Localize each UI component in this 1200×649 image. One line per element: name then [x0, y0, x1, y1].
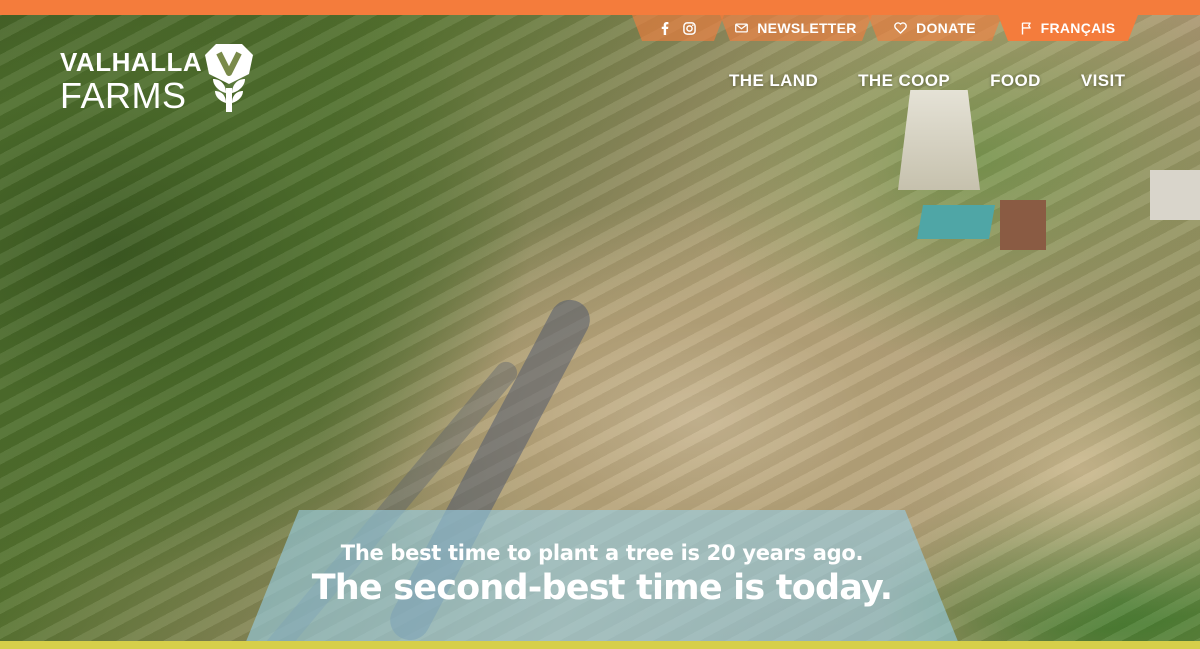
language-switch[interactable]: FRANÇAIS [998, 15, 1138, 41]
hero-quote-line1: The best time to plant a tree is 20 year… [340, 541, 864, 565]
donate-link[interactable]: DONATE [868, 15, 1002, 41]
nav-item-the-coop[interactable]: THE COOP [858, 70, 950, 92]
newsletter-link[interactable]: NEWSLETTER [720, 15, 872, 41]
site-logo[interactable]: VALHALLA FARMS [60, 42, 260, 114]
heart-icon [894, 22, 907, 34]
envelope-icon [735, 23, 748, 33]
hero-house [1150, 170, 1200, 220]
nav-item-food[interactable]: FOOD [990, 70, 1041, 92]
hero-canopy [917, 205, 995, 239]
nav-item-the-land[interactable]: THE LAND [729, 70, 818, 92]
bottom-accent-strip [0, 641, 1200, 649]
logo-wordmark-line1: VALHALLA [60, 47, 203, 77]
instagram-icon[interactable] [683, 22, 696, 35]
donate-label: DONATE [916, 20, 976, 36]
hero-shed [1000, 200, 1046, 250]
main-nav: THE LAND THE COOP FOOD VISIT [729, 70, 1125, 92]
top-accent-bar [0, 0, 1200, 15]
newsletter-label: NEWSLETTER [757, 20, 857, 36]
utility-nav: NEWSLETTER DONATE FRANÇAIS [632, 15, 1138, 41]
flag-icon [1021, 22, 1032, 35]
hero-quote-line2: The second-best time is today. [311, 568, 893, 608]
language-label: FRANÇAIS [1040, 20, 1116, 36]
nav-item-visit[interactable]: VISIT [1081, 70, 1126, 92]
social-links [632, 15, 724, 41]
flower-logo-icon [205, 44, 253, 112]
hero-tent [898, 90, 980, 190]
logo-wordmark-line2: FARMS [60, 75, 187, 116]
facebook-icon[interactable] [661, 22, 669, 35]
